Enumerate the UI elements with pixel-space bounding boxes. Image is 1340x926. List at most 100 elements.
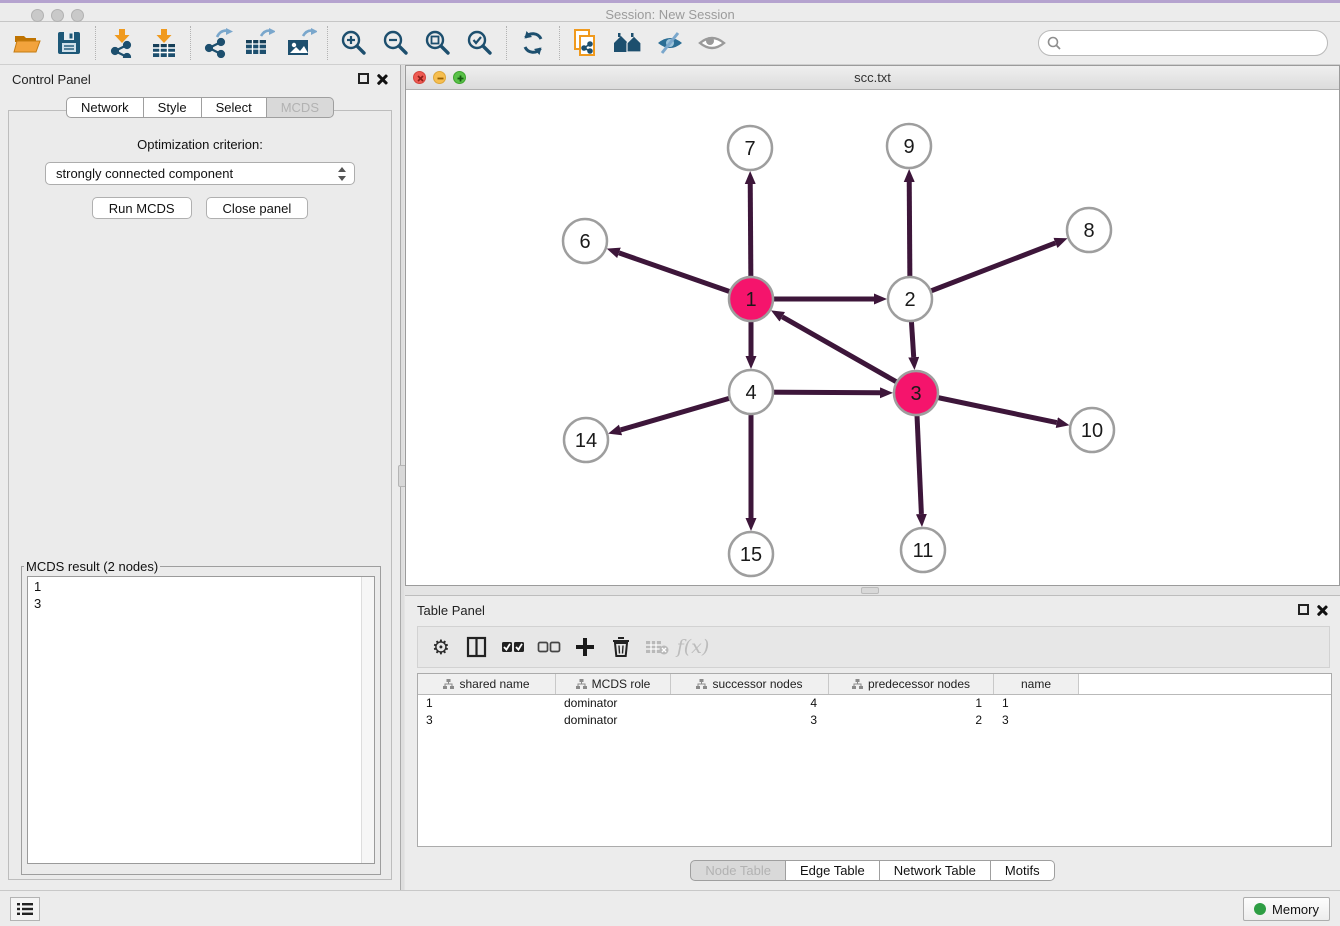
tab-style[interactable]: Style [144,97,202,118]
node-label-14: 14 [575,430,597,452]
column-header-predecessor-nodes[interactable]: predecessor nodes [829,674,994,694]
save-session-icon[interactable] [48,25,90,61]
toolbar-separator [559,26,560,60]
mcds-result-group: MCDS result (2 nodes) 1 3 [21,559,381,875]
export-table-icon[interactable] [238,25,280,61]
float-panel-icon[interactable] [1298,604,1309,615]
search-input[interactable] [1066,36,1319,51]
export-network-icon[interactable] [196,25,238,61]
close-panel-icon[interactable] [1315,604,1328,617]
cell[interactable]: 4 [671,695,829,712]
column-header-shared-name[interactable]: shared name [418,674,556,694]
zoom-in-icon[interactable] [333,25,375,61]
cell[interactable]: 1 [418,695,556,712]
cell[interactable]: 1 [829,695,994,712]
node-label-7: 7 [744,138,755,160]
search-icon [1047,36,1061,50]
table-row[interactable]: 3dominator323 [418,712,1331,729]
import-network-icon[interactable] [101,25,143,61]
vertical-splitter[interactable] [400,65,404,890]
column-header-filler [1079,674,1331,694]
float-panel-icon[interactable] [358,73,369,84]
table-settings-gear-icon[interactable]: ⚙ [426,632,456,662]
select-all-icon[interactable] [498,632,528,662]
tab-motifs[interactable]: Motifs [991,860,1055,881]
session-title: Session: New Session [0,7,1340,22]
selected-criterion-value: strongly connected component [56,166,233,181]
status-bar: Memory [0,890,1340,926]
open-file-icon[interactable] [6,25,48,61]
run-mcds-button[interactable]: Run MCDS [92,197,192,219]
splitter-grab-handle[interactable] [861,587,879,594]
mcds-result-textarea[interactable]: 1 3 [27,576,375,864]
apply-function-fx-icon[interactable]: f(x) [678,632,708,662]
tab-node-table[interactable]: Node Table [690,860,786,881]
column-header-successor-nodes[interactable]: successor nodes [671,674,829,694]
cell[interactable]: 3 [671,712,829,729]
zoom-selected-icon[interactable] [459,25,501,61]
tab-mcds[interactable]: MCDS [267,97,334,118]
table-row[interactable]: 1dominator411 [418,695,1331,712]
node-label-9: 9 [903,136,914,158]
refresh-icon[interactable] [512,25,554,61]
cell[interactable]: dominator [556,712,671,729]
zoom-fit-icon[interactable] [417,25,459,61]
tab-edge-table[interactable]: Edge Table [786,860,880,881]
column-header-mcds-role[interactable]: MCDS role [556,674,671,694]
import-table-icon[interactable] [143,25,185,61]
node-table: shared nameMCDS rolesuccessor nodesprede… [417,673,1332,847]
zoom-out-icon[interactable] [375,25,417,61]
optimization-criterion-select[interactable]: strongly connected component [45,162,355,185]
optimization-criterion-label: Optimization criterion: [9,137,391,152]
table-panel-title: Table Panel [417,603,485,618]
column-header-name[interactable]: name [994,674,1079,694]
add-entry-plus-icon[interactable] [570,632,600,662]
table-header-row: shared nameMCDS rolesuccessor nodesprede… [418,674,1331,695]
delete-table-icon[interactable] [642,632,672,662]
main-toolbar [0,22,1340,65]
deselect-all-icon[interactable] [534,632,564,662]
new-network-from-selection-icon[interactable] [565,25,607,61]
mcds-panel-body: Optimization criterion: strongly connect… [8,110,392,880]
node-label-1: 1 [745,289,756,311]
node-label-3: 3 [910,383,921,405]
export-image-icon[interactable] [280,25,322,61]
cell[interactable]: 1 [994,695,1079,712]
main-area: Control Panel Optimization criterion: st… [0,65,1340,890]
node-label-8: 8 [1083,220,1094,242]
result-scrollbar[interactable] [361,577,374,863]
close-panel-button[interactable]: Close panel [206,197,309,219]
cell[interactable]: 3 [418,712,556,729]
tab-network-table[interactable]: Network Table [880,860,991,881]
tab-select[interactable]: Select [202,97,267,118]
cell[interactable]: 2 [829,712,994,729]
column-visibility-icon[interactable] [462,632,492,662]
node-label-4: 4 [745,382,756,404]
node-label-11: 11 [913,540,934,562]
sort-tree-icon [576,679,587,689]
sort-tree-icon [852,679,863,689]
app-titlebar: Session: New Session [0,0,1340,22]
hide-selected-eye-icon[interactable] [649,25,691,61]
close-panel-icon[interactable] [375,73,388,86]
network-view-window: scc.txt 7968124314101511 [405,65,1340,586]
sort-tree-icon [443,679,454,689]
memory-status-icon [1254,903,1266,915]
node-label-15: 15 [740,544,762,566]
search-field[interactable] [1038,30,1328,56]
task-history-list-icon[interactable] [10,897,40,921]
network-canvas[interactable]: 7968124314101511 [406,90,1339,585]
cell[interactable]: 3 [994,712,1079,729]
cell[interactable]: dominator [556,695,671,712]
memory-label: Memory [1272,902,1319,917]
tab-network[interactable]: Network [66,97,144,118]
edge-2-8[interactable] [910,243,1055,299]
home-view-icon[interactable] [607,25,649,61]
table-panel: Table Panel ⚙ f(x) [405,595,1340,890]
delete-entry-trash-icon[interactable] [606,632,636,662]
horizontal-splitter[interactable] [405,586,1340,595]
control-panel-tabs: NetworkStyleSelectMCDS [0,97,400,118]
show-all-eye-icon[interactable] [691,25,733,61]
node-label-2: 2 [904,289,915,311]
memory-button[interactable]: Memory [1243,897,1330,921]
